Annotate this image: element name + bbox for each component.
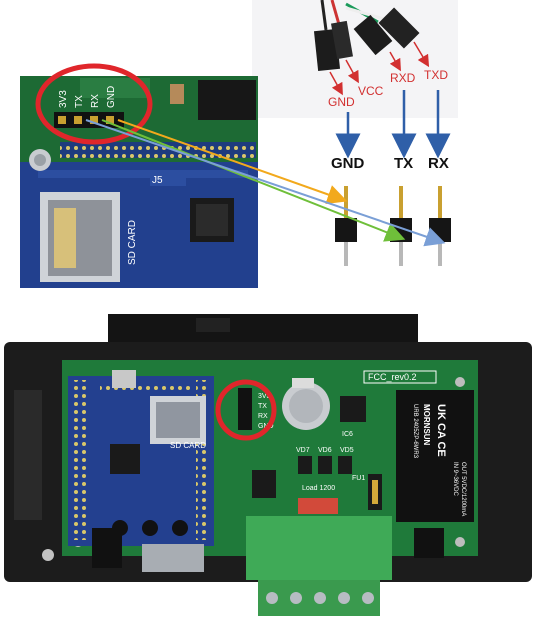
pin-gnd [335, 186, 357, 266]
zoom-pin-rx: RX [90, 94, 101, 108]
target-label-rx: RX [428, 155, 449, 172]
zoom-pin-3v3: 3V3 [58, 90, 69, 108]
board-vd5-label: VD5 [340, 447, 354, 454]
pin-rx [429, 186, 451, 266]
zoom-j5-label: J5 [152, 175, 163, 186]
target-labels: GND TX RX [331, 155, 449, 172]
adapter-label-rxd: RXD [390, 71, 416, 85]
zoom-pin-gnd: GND [106, 86, 117, 108]
board-pin-tx: TX [258, 403, 267, 410]
module-marks: UK CA CE [435, 404, 447, 457]
target-label-gnd: GND [331, 155, 365, 172]
board-pin-rx: RX [258, 413, 268, 420]
adapter-label-vcc: VCC [358, 84, 384, 98]
board-load-label: Load 1200 [302, 485, 335, 492]
module-input: IN 9~36VDC [452, 462, 458, 497]
wiring-diagram: GND VCC RXD TXD GND TX RX SD CARD J5 3V3… [4, 0, 532, 616]
board-ic6-label: IC6 [342, 431, 353, 438]
module-brand: MORNSUN [422, 404, 431, 446]
board-vd6-label: VD6 [318, 447, 332, 454]
module-output: OUT 5VDC/1200mA [460, 462, 466, 516]
zoomed-board-photo: SD CARD J5 3V3 TX RX GND [20, 63, 258, 288]
zoom-pin-tx: TX [74, 95, 85, 108]
zoom-sd-card-label: SD CARD [127, 220, 138, 265]
module-model: URB 2405ZP-6WR3 [412, 404, 418, 459]
target-label-tx: TX [394, 155, 413, 172]
usb-adapter-photo: GND VCC RXD TXD [252, 0, 458, 118]
board-revision-label: FCC_rev0.2 [368, 372, 417, 382]
adapter-label-txd: TXD [424, 68, 448, 82]
adapter-label-gnd: GND [328, 95, 355, 109]
board-sd-card-label: SD CARD [170, 441, 206, 450]
board-vd7-label: VD7 [296, 447, 310, 454]
board-fu1-label: FU1 [352, 475, 365, 482]
power-module: UK CA CE MORNSUN URB 2405ZP-6WR3 IN 9~36… [396, 390, 474, 522]
